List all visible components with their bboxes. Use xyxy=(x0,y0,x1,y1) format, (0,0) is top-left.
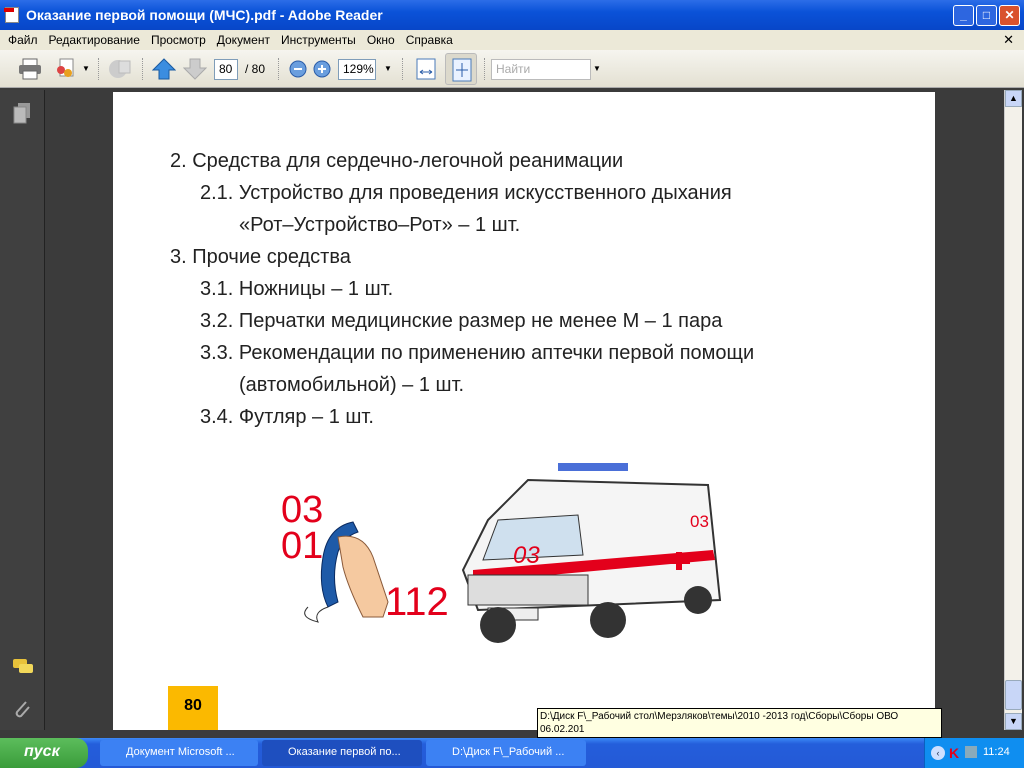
toolbar: ▼ 80 / 80 129% ▼ Найти ▼ xyxy=(0,50,1024,88)
page-number-badge: 80 xyxy=(168,686,218,730)
taskbar: пуск Документ Microsoft ... Оказание пер… xyxy=(0,738,1024,768)
task-label: D:\Диск F\_Рабочий ... xyxy=(452,746,565,758)
task-label: Оказание первой по... xyxy=(288,746,401,758)
scroll-thumb[interactable] xyxy=(1005,680,1022,710)
text-line: (автомобильной) – 1 шт. xyxy=(239,374,465,396)
clock[interactable]: 11:24 xyxy=(983,746,1010,758)
start-label: пуск xyxy=(24,743,60,760)
maximize-button[interactable]: □ xyxy=(976,5,997,26)
next-page-icon[interactable] xyxy=(183,58,207,80)
antivirus-icon[interactable]: K xyxy=(949,745,959,761)
attachments-icon[interactable] xyxy=(12,698,32,722)
print-icon[interactable] xyxy=(18,58,42,80)
text-line: 3.3. Рекомендации по применению аптечки … xyxy=(200,342,755,364)
fit-page-icon xyxy=(452,58,472,82)
menu-file[interactable]: Файл xyxy=(8,33,38,47)
comments-icon[interactable] xyxy=(12,658,34,676)
text-line: 2. Средства для сердечно-легочной реаним… xyxy=(170,150,624,172)
ambulance-illustration xyxy=(461,463,722,643)
page-number-input[interactable]: 80 xyxy=(214,59,238,80)
window-title: Оказание первой помощи (МЧС).pdf - Adobe… xyxy=(26,7,383,23)
text-line: 3.1. Ножницы – 1 шт. xyxy=(200,278,394,300)
scroll-up-icon[interactable]: ▲ xyxy=(1005,90,1022,107)
system-tray: ‹ K 11:24 xyxy=(924,738,1024,768)
phone-number: 112 xyxy=(385,580,449,624)
fit-width-icon[interactable] xyxy=(414,58,438,80)
tooltip-line: 06.02.201 xyxy=(540,724,585,735)
menu-tools[interactable]: Инструменты xyxy=(281,33,356,47)
tooltip-line: D:\Диск F\_Рабочий стол\Мерзляков\темы\2… xyxy=(540,711,899,722)
menu-window[interactable]: Окно xyxy=(367,33,395,47)
task-explorer[interactable]: D:\Диск F\_Рабочий ... xyxy=(426,740,586,766)
collaborate-icon[interactable] xyxy=(54,58,78,80)
zoom-level-input[interactable]: 129% xyxy=(338,59,376,80)
navigation-panel xyxy=(0,90,45,730)
close-document-icon[interactable]: ✕ xyxy=(1003,30,1014,50)
find-dropdown-icon[interactable]: ▼ xyxy=(593,64,601,73)
phone-hand-icon xyxy=(304,521,389,623)
pdf-icon xyxy=(4,7,19,23)
review-icon xyxy=(109,60,131,78)
menu-help[interactable]: Справка xyxy=(406,33,453,47)
task-word[interactable]: Документ Microsoft ... xyxy=(100,740,258,766)
close-button[interactable]: ✕ xyxy=(999,5,1020,26)
network-icon[interactable] xyxy=(965,746,977,758)
start-button[interactable]: пуск xyxy=(0,738,88,768)
pdf-page: 2. Средства для сердечно-легочной реаним… xyxy=(113,92,935,730)
minimize-button[interactable]: _ xyxy=(953,5,974,26)
ambulance-label: 03 xyxy=(513,542,540,569)
menu-edit[interactable]: Редактирование xyxy=(49,33,140,47)
text-line: 3.4. Футляр – 1 шт. xyxy=(200,406,374,428)
title-bar: Оказание первой помощи (МЧС).pdf - Adobe… xyxy=(0,0,1024,30)
zoom-dropdown-icon[interactable]: ▼ xyxy=(384,64,392,73)
zoom-out-icon[interactable] xyxy=(286,58,310,80)
fit-page-button[interactable] xyxy=(445,53,477,85)
menu-bar: Файл Редактирование Просмотр Документ Ин… xyxy=(0,30,1024,50)
previous-page-icon[interactable] xyxy=(152,58,176,80)
text-line: 3. Прочие средства xyxy=(170,246,351,268)
show-hidden-icons[interactable]: ‹ xyxy=(931,746,945,760)
text-line: 3.2. Перчатки медицинские размер не мене… xyxy=(200,310,723,332)
chevron-down-icon[interactable]: ▼ xyxy=(82,64,90,73)
task-adobe-reader[interactable]: Оказание первой по... xyxy=(262,740,422,766)
pages-icon[interactable] xyxy=(13,102,31,124)
text-line: 2.1. Устройство для проведения искусстве… xyxy=(200,182,732,204)
menu-view[interactable]: Просмотр xyxy=(151,33,206,47)
find-input[interactable]: Найти xyxy=(491,59,591,80)
scroll-down-icon[interactable]: ▼ xyxy=(1005,713,1022,730)
text-line: «Рот–Устройство–Рот» – 1 шт. xyxy=(239,214,521,236)
task-label: Документ Microsoft ... xyxy=(126,746,235,758)
tooltip: D:\Диск F\_Рабочий стол\Мерзляков\темы\2… xyxy=(537,708,942,738)
menu-document[interactable]: Документ xyxy=(217,33,270,47)
vertical-scrollbar[interactable]: ▲ ▼ xyxy=(1004,90,1022,730)
ambulance-label: 03 xyxy=(690,512,709,531)
zoom-in-icon[interactable] xyxy=(310,58,334,80)
page-total: / 80 xyxy=(245,62,266,76)
